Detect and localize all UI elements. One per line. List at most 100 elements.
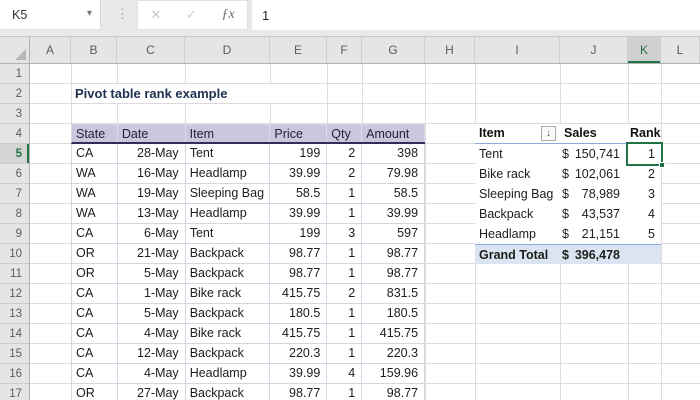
header-date[interactable]: Date xyxy=(118,125,186,142)
row-header-11[interactable]: 11 xyxy=(0,264,29,284)
row-header-12[interactable]: 12 xyxy=(0,284,29,304)
cell-state[interactable]: CA xyxy=(72,324,118,344)
pivot-cell-rank[interactable]: 4 xyxy=(628,204,661,224)
row-header-7[interactable]: 7 xyxy=(0,184,29,204)
column-header-a[interactable]: A xyxy=(30,37,71,63)
pivot-cell-item[interactable]: Headlamp xyxy=(475,224,560,244)
pivot-cell-rank[interactable]: 2 xyxy=(628,164,661,184)
cell-price[interactable]: 180.5 xyxy=(270,304,328,324)
header-item[interactable]: Item xyxy=(186,125,271,142)
cell-date[interactable]: 28-May xyxy=(117,144,186,164)
cell-qty[interactable]: 1 xyxy=(327,384,363,400)
pivot-cell-item[interactable]: Tent xyxy=(475,144,560,164)
cell-state[interactable]: OR xyxy=(72,384,118,400)
row-header-9[interactable]: 9 xyxy=(0,224,29,244)
cell-item[interactable]: Tent xyxy=(185,144,271,164)
column-header-b[interactable]: B xyxy=(71,37,117,63)
grand-total-rank-empty[interactable] xyxy=(628,245,661,264)
row-header-6[interactable]: 6 xyxy=(0,164,29,184)
pivot-cell-item[interactable]: Bike rack xyxy=(475,164,560,184)
cell-amount[interactable]: 98.77 xyxy=(362,384,426,400)
cell-price[interactable]: 415.75 xyxy=(270,324,328,344)
cell-amount[interactable]: 398 xyxy=(362,144,426,164)
header-qty[interactable]: Qty xyxy=(327,125,363,142)
cell-date[interactable]: 16-May xyxy=(117,164,186,184)
header-state[interactable]: State xyxy=(72,125,118,142)
cell-item[interactable]: Backpack xyxy=(185,264,271,284)
pivot-header-sales[interactable]: Sales xyxy=(560,124,628,143)
row-header-1[interactable]: 1 xyxy=(0,64,29,84)
cell-amount[interactable]: 98.77 xyxy=(362,264,426,284)
cell-qty[interactable]: 2 xyxy=(327,144,363,164)
column-header-e[interactable]: E xyxy=(270,37,327,63)
cell-state[interactable]: OR xyxy=(72,244,118,264)
cell-price[interactable]: 199 xyxy=(270,144,328,164)
pivot-header-rank[interactable]: Rank xyxy=(628,124,661,143)
cell-date[interactable]: 13-May xyxy=(117,204,186,224)
name-box-dropdown-icon[interactable]: ▾ xyxy=(87,8,92,19)
cell-state[interactable]: CA xyxy=(72,344,118,364)
cell-state[interactable]: CA xyxy=(72,364,118,384)
pivot-cell-sales[interactable]: $21,151 xyxy=(560,224,628,244)
cell-state[interactable]: CA xyxy=(72,284,118,304)
column-header-k-selected[interactable]: K xyxy=(628,37,661,63)
cell-item[interactable]: Backpack xyxy=(185,344,271,364)
cell-price[interactable]: 98.77 xyxy=(270,384,328,400)
cell-amount[interactable]: 220.3 xyxy=(362,344,426,364)
pivot-cell-sales[interactable]: $43,537 xyxy=(560,204,628,224)
cell-state[interactable]: WA xyxy=(72,204,118,224)
row-header-16[interactable]: 16 xyxy=(0,364,29,384)
column-header-f[interactable]: F xyxy=(327,37,362,63)
cell-qty[interactable]: 2 xyxy=(327,164,363,184)
header-amount[interactable]: Amount xyxy=(362,125,425,142)
cell-qty[interactable]: 1 xyxy=(327,304,363,324)
cell-date[interactable]: 1-May xyxy=(117,284,186,304)
cell-price[interactable]: 220.3 xyxy=(270,344,328,364)
cell-qty[interactable]: 2 xyxy=(327,284,363,304)
pivot-cell-sales[interactable]: $78,989 xyxy=(560,184,628,204)
cell-price[interactable]: 98.77 xyxy=(270,244,328,264)
cell-qty[interactable]: 1 xyxy=(327,184,363,204)
pivot-cell-sales[interactable]: $102,061 xyxy=(560,164,628,184)
cell-date[interactable]: 12-May xyxy=(117,344,186,364)
cell-date[interactable]: 4-May xyxy=(117,324,186,344)
pivot-cell-rank[interactable]: 5 xyxy=(628,224,661,244)
cell-qty[interactable]: 4 xyxy=(327,364,363,384)
pivot-cell-item[interactable]: Backpack xyxy=(475,204,560,224)
cell-date[interactable]: 19-May xyxy=(117,184,186,204)
column-header-h[interactable]: H xyxy=(425,37,475,63)
cell-item[interactable]: Headlamp xyxy=(185,204,271,224)
cancel-icon[interactable]: ✕ xyxy=(150,7,161,23)
cell-price[interactable]: 58.5 xyxy=(270,184,328,204)
cell-price[interactable]: 39.99 xyxy=(270,164,328,184)
pivot-cell-item[interactable]: Sleeping Bag xyxy=(475,184,560,204)
cell-amount[interactable]: 159.96 xyxy=(362,364,426,384)
cell-amount[interactable]: 415.75 xyxy=(362,324,426,344)
cell-date[interactable]: 4-May xyxy=(117,364,186,384)
cell-item[interactable]: Sleeping Bag xyxy=(185,184,271,204)
row-header-2[interactable]: 2 xyxy=(0,84,29,104)
insert-function-icon[interactable]: ƒx xyxy=(221,7,234,23)
column-header-i[interactable]: I xyxy=(475,37,560,63)
cell-item[interactable]: Backpack xyxy=(185,304,271,324)
cell-item[interactable]: Backpack xyxy=(186,384,271,400)
enter-icon[interactable]: ✓ xyxy=(186,7,197,23)
cell-date[interactable]: 27-May xyxy=(118,384,186,400)
cell-amount[interactable]: 831.5 xyxy=(362,284,426,304)
fill-handle[interactable] xyxy=(659,162,665,168)
column-header-j[interactable]: J xyxy=(560,37,628,63)
column-header-d[interactable]: D xyxy=(185,37,270,63)
select-all-corner[interactable] xyxy=(0,37,30,63)
cell-price[interactable]: 39.99 xyxy=(270,204,328,224)
cell-qty[interactable]: 3 xyxy=(327,224,363,244)
cell-state[interactable]: OR xyxy=(72,264,118,284)
row-header-5-selected[interactable]: 5 xyxy=(0,144,29,164)
cell-amount[interactable]: 79.98 xyxy=(362,164,426,184)
cell-qty[interactable]: 1 xyxy=(327,324,363,344)
header-price[interactable]: Price xyxy=(270,125,328,142)
cell-state[interactable]: CA xyxy=(72,144,118,164)
row-header-17[interactable]: 17 xyxy=(0,384,29,400)
name-box[interactable]: K5 ▾ xyxy=(0,0,101,30)
pivot-cell-sales[interactable]: $150,741 xyxy=(560,144,628,164)
cell-item[interactable]: Headlamp xyxy=(185,364,271,384)
